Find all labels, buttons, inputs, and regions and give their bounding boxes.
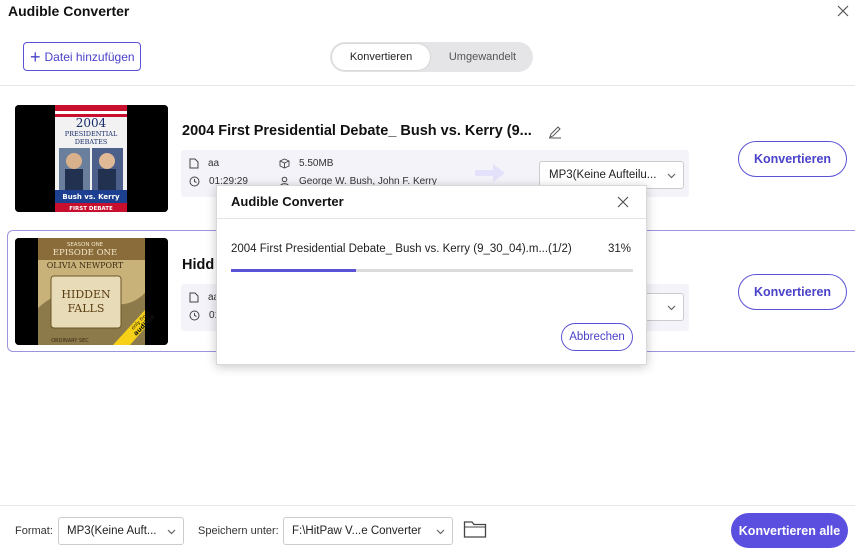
- convert-all-button[interactable]: Konvertieren alle: [731, 513, 848, 548]
- author-value: aa: [208, 158, 220, 169]
- cover-text: 2004: [76, 116, 107, 130]
- cover-text: OLIVIA NEWPORT: [47, 261, 124, 270]
- add-file-button[interactable]: + Datei hinzufügen: [23, 42, 141, 71]
- dialog-divider: [217, 218, 646, 219]
- progress-dialog: Audible Converter 2004 First Presidentia…: [216, 185, 647, 365]
- file-icon: [189, 158, 199, 169]
- output-format-dropdown[interactable]: MP3(Keine Auft...: [58, 517, 184, 545]
- cover-image: SEASON ONE EPISODE ONE OLIVIA NEWPORT HI…: [15, 238, 168, 345]
- clock-icon: [189, 310, 200, 321]
- size-value: 5.50MB: [299, 158, 334, 169]
- footer-divider: [0, 505, 855, 506]
- cover-text: Bush vs. Kerry: [62, 193, 120, 201]
- cover-text: PRESIDENTIAL: [65, 130, 118, 138]
- dialog-close-icon[interactable]: [616, 195, 630, 209]
- header-divider: [0, 85, 855, 86]
- cover-text: HIDDEN: [61, 288, 111, 301]
- progress-file-text: 2004 First Presidential Debate_ Bush vs.…: [231, 243, 572, 255]
- cover-text: ORDINARY SEC: [51, 338, 89, 344]
- chevron-down-icon: [667, 173, 676, 179]
- view-tabs: Konvertieren Umgewandelt: [330, 42, 533, 72]
- cover-text: FIRST DEBATE: [69, 206, 113, 212]
- book-title: Hidd: [182, 257, 215, 273]
- convert-button[interactable]: Konvertieren: [738, 141, 847, 177]
- save-location-dropdown[interactable]: F:\HitPaw V...e Converter: [283, 517, 453, 545]
- plus-icon: +: [30, 46, 41, 67]
- output-format-value: MP3(Keine Auft...: [67, 525, 157, 537]
- cover-text: EPISODE ONE: [53, 248, 117, 258]
- chevron-down-icon: [436, 529, 445, 535]
- edit-icon[interactable]: [548, 125, 562, 139]
- folder-icon[interactable]: [463, 519, 487, 539]
- chevron-down-icon: [667, 305, 676, 311]
- file-icon: [189, 292, 199, 303]
- cover-text: FALLS: [68, 302, 105, 315]
- cover-text: DEBATES: [75, 138, 108, 146]
- box-icon: [279, 158, 290, 169]
- book-title: 2004 First Presidential Debate_ Bush vs.…: [182, 123, 532, 139]
- clock-icon: [189, 176, 200, 187]
- arrow-right-icon: [473, 161, 507, 185]
- chevron-down-icon: [167, 529, 176, 535]
- add-file-label: Datei hinzufügen: [44, 49, 135, 64]
- cover-image: 2004 PRESIDENTIAL DEBATES Bush vs. Kerry…: [15, 105, 168, 212]
- progress-bar-fill: [231, 269, 356, 272]
- tab-converted[interactable]: Umgewandelt: [434, 44, 531, 70]
- format-label: Format:: [15, 525, 53, 537]
- progress-percent: 31%: [607, 243, 631, 255]
- format-value: MP3(Keine Aufteilu...: [549, 169, 657, 181]
- progress-bar: [231, 269, 633, 272]
- app-title: Audible Converter: [8, 3, 130, 19]
- save-location-label: Speichern unter:: [198, 525, 279, 537]
- title-bar: Audible Converter: [0, 0, 855, 28]
- save-location-value: F:\HitPaw V...e Converter: [292, 525, 422, 537]
- window-close-icon[interactable]: [835, 3, 851, 19]
- dialog-title: Audible Converter: [231, 194, 344, 209]
- cancel-button[interactable]: Abbrechen: [561, 323, 633, 351]
- tab-convert[interactable]: Konvertieren: [332, 44, 430, 70]
- convert-button[interactable]: Konvertieren: [738, 274, 847, 310]
